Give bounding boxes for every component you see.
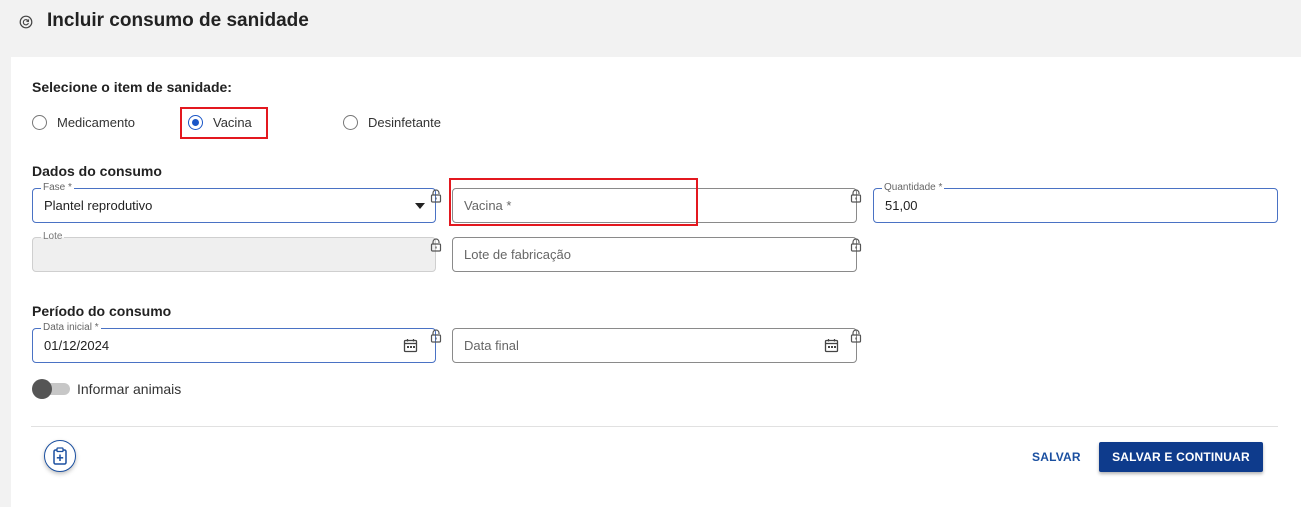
radio-label: Medicamento [57, 115, 136, 130]
clipboard-add-icon [53, 447, 67, 465]
fase-select[interactable]: Fase * Plantel reprodutivo [32, 182, 436, 223]
save-and-continue-button[interactable]: SALVAR E CONTINUAR [1099, 442, 1263, 472]
add-clipboard-button[interactable] [44, 440, 76, 472]
radio-vacina[interactable]: Vacina [188, 115, 252, 130]
lote-label: Lote [41, 231, 65, 243]
consumo-section-title: Dados do consumo [32, 163, 162, 179]
radio-label: Desinfetante [368, 115, 441, 130]
footer-divider [31, 426, 1278, 427]
data-final-placeholder: Data final [464, 338, 519, 353]
lock-icon[interactable] [430, 189, 442, 203]
quantidade-value: 51,00 [885, 198, 918, 213]
periodo-section-title: Período do consumo [32, 303, 172, 319]
page-title: Incluir consumo de sanidade [47, 10, 309, 31]
data-final-field[interactable]: Data final [452, 328, 857, 363]
radio-medicamento[interactable]: Medicamento [32, 115, 135, 130]
lote-fabricacao-field[interactable]: Lote de fabricação [452, 237, 857, 272]
item-section-title: Selecione o item de sanidade: [32, 79, 232, 95]
lock-icon[interactable] [430, 329, 442, 343]
toggle-knob [32, 379, 52, 399]
fase-label: Fase * [41, 182, 74, 194]
quantidade-label: Quantidade * [882, 182, 945, 194]
radio-label: Vacina [213, 115, 252, 130]
radio-desinfetante[interactable]: Desinfetante [343, 115, 441, 130]
radio-circle-icon [32, 115, 47, 130]
radio-circle-checked-icon [188, 115, 203, 130]
fase-value: Plantel reprodutivo [44, 198, 153, 213]
back-icon[interactable] [19, 15, 33, 29]
save-button[interactable]: SALVAR [1032, 450, 1081, 464]
lock-icon[interactable] [430, 238, 442, 252]
lock-icon[interactable] [850, 329, 862, 343]
page-header: Incluir consumo de sanidade [0, 0, 1301, 46]
radio-circle-icon [343, 115, 358, 130]
lock-icon[interactable] [850, 238, 862, 252]
vacina-field[interactable]: Vacina * [452, 188, 857, 223]
vacina-placeholder: Vacina * [464, 198, 512, 213]
lote-field: Lote [32, 231, 436, 272]
data-inicial-value: 01/12/2024 [44, 338, 110, 353]
dropdown-caret-icon[interactable] [415, 203, 425, 209]
calendar-icon[interactable] [824, 338, 839, 353]
lock-icon[interactable] [850, 189, 862, 203]
data-inicial-field[interactable]: Data inicial * 01/12/2024 [32, 322, 436, 363]
form-card: Selecione o item de sanidade: Medicament… [11, 57, 1301, 507]
informar-animais-toggle[interactable] [32, 379, 72, 399]
quantidade-field[interactable]: Quantidade * 51,00 [873, 182, 1278, 223]
lote-fabricacao-placeholder: Lote de fabricação [464, 247, 571, 262]
data-inicial-label: Data inicial * [41, 322, 101, 334]
calendar-icon[interactable] [403, 338, 418, 353]
informar-animais-label: Informar animais [77, 381, 182, 397]
